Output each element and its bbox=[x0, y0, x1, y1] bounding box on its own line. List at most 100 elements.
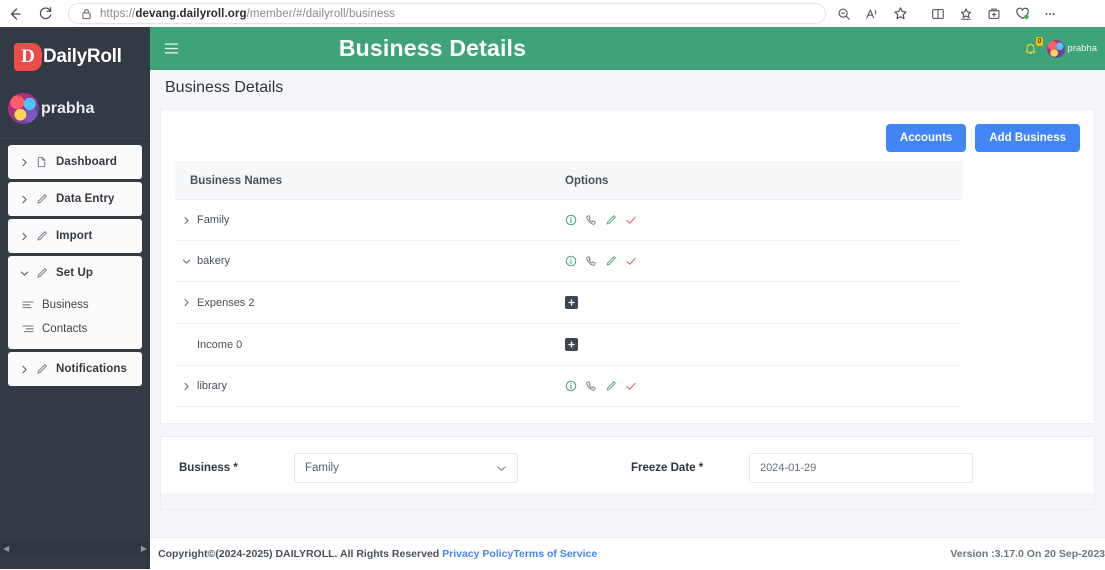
check-icon[interactable] bbox=[625, 214, 637, 226]
info-icon[interactable] bbox=[565, 214, 577, 226]
row-label: Family bbox=[197, 214, 230, 226]
sidebar-item-set-up[interactable]: Set Up bbox=[8, 256, 142, 290]
scroll-right-icon[interactable]: ▶ bbox=[138, 544, 150, 553]
brand-badge-icon: D bbox=[14, 43, 42, 71]
reload-button[interactable] bbox=[30, 1, 60, 27]
options-cell bbox=[565, 199, 962, 241]
browser-actions bbox=[830, 1, 1064, 27]
table-row[interactable]: library bbox=[175, 365, 962, 407]
align-left-icon bbox=[22, 300, 42, 310]
chevron-down-icon bbox=[20, 269, 36, 278]
pencil-icon bbox=[36, 267, 56, 279]
chevron-right-icon[interactable] bbox=[175, 298, 197, 307]
align-right-icon bbox=[22, 324, 42, 334]
check-icon[interactable] bbox=[625, 380, 637, 392]
privacy-policy-link[interactable]: Privacy Policy bbox=[442, 548, 513, 560]
sidebar-item-label: Dashboard bbox=[56, 156, 117, 168]
table-row[interactable]: Family bbox=[175, 199, 962, 241]
business-name-cell: library bbox=[175, 365, 565, 407]
options-cell bbox=[565, 323, 962, 366]
user-menu[interactable]: prabha bbox=[1047, 39, 1097, 58]
footer-version: Version :3.17.0 On 20 Sep-2023 bbox=[950, 548, 1105, 560]
read-aloud-icon[interactable] bbox=[858, 1, 886, 27]
pencil-icon bbox=[36, 193, 56, 205]
column-header-options: Options bbox=[565, 162, 962, 200]
sidebar-item-data-entry[interactable]: Data Entry bbox=[8, 182, 142, 216]
options-cell bbox=[565, 281, 962, 324]
card-action-buttons: Accounts Add Business bbox=[161, 110, 1094, 162]
sidebar-item-notifications[interactable]: Notifications bbox=[8, 352, 142, 386]
scroll-left-icon[interactable]: ◀ bbox=[0, 544, 12, 553]
add-business-button[interactable]: Add Business bbox=[975, 124, 1080, 152]
browser-toolbar: https://devang.dailyroll.org/member/#/da… bbox=[0, 0, 1105, 27]
plus-square-icon[interactable] bbox=[565, 338, 578, 351]
table-row[interactable]: bakery bbox=[175, 240, 962, 282]
business-name-cell: Income 0 bbox=[175, 323, 565, 366]
table-row[interactable]: Income 0 bbox=[175, 323, 962, 366]
page-title: Business Details bbox=[338, 35, 527, 61]
sidebar-item-label: Set Up bbox=[56, 267, 94, 279]
scrollbar-track[interactable] bbox=[12, 545, 138, 552]
sidebar-user[interactable]: prabha bbox=[0, 87, 150, 139]
pencil-icon bbox=[36, 363, 56, 375]
terms-of-service-link[interactable]: Terms of Service bbox=[513, 548, 597, 560]
sidebar-item-business[interactable]: Business bbox=[8, 293, 142, 317]
info-icon[interactable] bbox=[565, 255, 577, 267]
collections-icon[interactable] bbox=[952, 1, 980, 27]
sidebar-subitem-label: Business bbox=[42, 299, 89, 311]
freeze-date-input[interactable]: 2024-01-29 bbox=[749, 453, 973, 483]
hamburger-icon[interactable] bbox=[154, 42, 188, 55]
form-bottom-strip bbox=[161, 493, 1094, 509]
sidebar-user-name: prabha bbox=[41, 99, 95, 117]
sidebar-item-contacts[interactable]: Contacts bbox=[8, 317, 142, 341]
sidebar-item-label: Notifications bbox=[56, 363, 127, 375]
business-name-cell: Family bbox=[175, 199, 565, 241]
accounts-button[interactable]: Accounts bbox=[885, 124, 967, 152]
sidebar-subitem-label: Contacts bbox=[42, 323, 88, 335]
table-body: Family bakery Expenses 2 Income 0 librar… bbox=[175, 199, 962, 407]
brand-name: DailyRoll bbox=[43, 46, 122, 67]
zoom-out-icon[interactable] bbox=[830, 1, 858, 27]
lock-icon bbox=[81, 8, 92, 20]
bell-icon[interactable]: 0 bbox=[1024, 37, 1044, 55]
table-row[interactable]: Expenses 2 bbox=[175, 281, 962, 324]
chevron-right-icon bbox=[20, 158, 36, 167]
edit-pencil-icon[interactable] bbox=[605, 214, 617, 226]
brand-logo[interactable]: D DailyRoll bbox=[0, 27, 150, 87]
table-header-row: Business Names Options bbox=[175, 162, 962, 200]
more-options-icon[interactable] bbox=[1036, 1, 1064, 27]
chevron-right-icon[interactable] bbox=[175, 216, 197, 225]
edit-pencil-icon[interactable] bbox=[605, 380, 617, 392]
favorite-star-icon[interactable] bbox=[886, 1, 914, 27]
business-name-cell: Expenses 2 bbox=[175, 281, 565, 324]
header-user-name: prabha bbox=[1067, 43, 1097, 54]
business-select[interactable]: Family bbox=[294, 453, 518, 483]
check-icon[interactable] bbox=[625, 255, 637, 267]
business-table: Business Names Options Family bakery Exp… bbox=[175, 162, 962, 407]
split-screen-icon[interactable] bbox=[924, 1, 952, 27]
info-icon[interactable] bbox=[565, 380, 577, 392]
copyright-text: Copyright©(2024-2025) DAILYROLL. All Rig… bbox=[158, 547, 443, 560]
main-content: Business Details 0 prabha Business Detai… bbox=[150, 27, 1105, 569]
phone-icon[interactable] bbox=[585, 255, 597, 267]
freeze-date-value: 2024-01-29 bbox=[760, 462, 817, 474]
page-heading-text: Business Details bbox=[165, 79, 284, 96]
business-form: Business * Family Freeze Date * 2024-01-… bbox=[160, 436, 1095, 510]
business-field-label: Business * bbox=[179, 462, 238, 474]
sidebar-horizontal-scrollbar[interactable]: ◀ ▶ bbox=[0, 541, 150, 555]
plus-square-icon[interactable] bbox=[565, 296, 578, 309]
edit-pencil-icon[interactable] bbox=[605, 255, 617, 267]
avatar bbox=[1047, 39, 1066, 58]
chevron-down-icon[interactable] bbox=[175, 257, 197, 266]
file-icon bbox=[36, 156, 56, 168]
address-bar[interactable]: https://devang.dailyroll.org/member/#/da… bbox=[68, 3, 826, 24]
sidebar-item-dashboard[interactable]: Dashboard bbox=[8, 145, 142, 179]
back-button[interactable] bbox=[0, 1, 30, 27]
sidebar-item-import[interactable]: Import bbox=[8, 219, 142, 253]
chevron-right-icon[interactable] bbox=[175, 382, 197, 391]
add-to-browser-icon[interactable] bbox=[980, 1, 1008, 27]
browser-essentials-icon[interactable] bbox=[1008, 1, 1036, 27]
phone-icon[interactable] bbox=[585, 214, 597, 226]
options-cell bbox=[565, 365, 962, 407]
phone-icon[interactable] bbox=[585, 380, 597, 392]
